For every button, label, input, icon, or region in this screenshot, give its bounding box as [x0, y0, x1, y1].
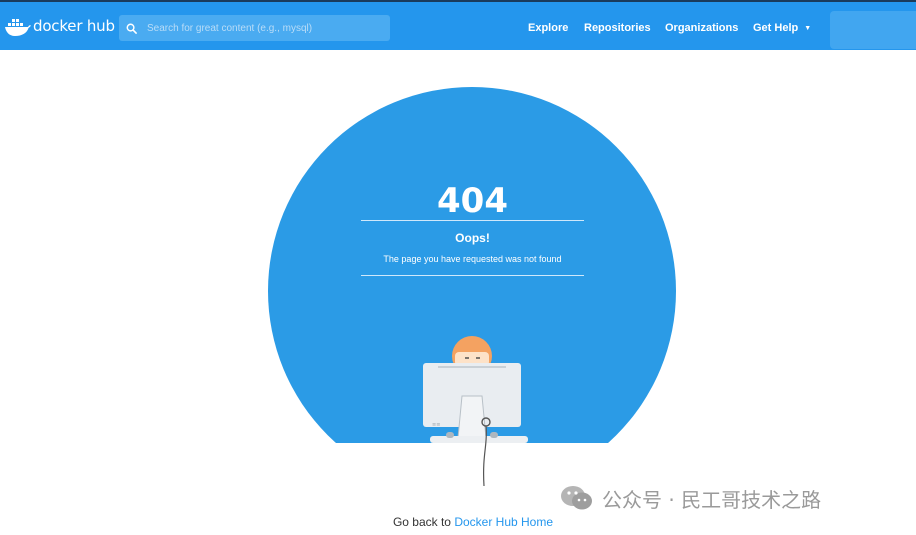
svg-text:≡≡: ≡≡: [432, 422, 440, 428]
wechat-icon: [561, 486, 592, 510]
nav-explore[interactable]: Explore: [528, 22, 568, 34]
docker-hub-home-link[interactable]: Docker Hub Home: [454, 515, 553, 529]
docker-whale-icon: [5, 19, 31, 36]
top-navigation-bar: docker hub Explore Repositories Organiza…: [0, 0, 916, 50]
nav-repositories[interactable]: Repositories: [584, 22, 651, 34]
docker-hub-logo[interactable]: docker hub: [4, 12, 115, 42]
search-bar[interactable]: [119, 15, 390, 41]
caret-down-icon: ▼: [804, 25, 812, 32]
watermark-text: 公众号 · 民工哥技术之路: [602, 487, 822, 512]
watermark: 公众号 · 民工哥技术之路: [560, 484, 821, 512]
divider-top: [361, 220, 584, 221]
divider-bottom: [361, 275, 584, 276]
error-code: 404: [437, 181, 508, 221]
nav-get-help-label: Get Help: [753, 22, 799, 34]
go-back-prefix: Go back to: [392, 515, 451, 529]
user-account-area[interactable]: [830, 11, 916, 49]
nav-get-help[interactable]: Get Help ▼: [753, 22, 811, 34]
error-title: Oops!: [455, 231, 490, 245]
nav-organizations[interactable]: Organizations: [665, 22, 738, 34]
search-input[interactable]: [137, 15, 390, 41]
search-icon: [126, 23, 137, 34]
brand-name: docker hub: [33, 17, 115, 35]
person-at-computer-illustration: ≡≡: [423, 336, 528, 486]
error-message: The page you have requested was not foun…: [383, 254, 562, 264]
go-back-line: Go back to Docker Hub Home: [0, 515, 916, 529]
